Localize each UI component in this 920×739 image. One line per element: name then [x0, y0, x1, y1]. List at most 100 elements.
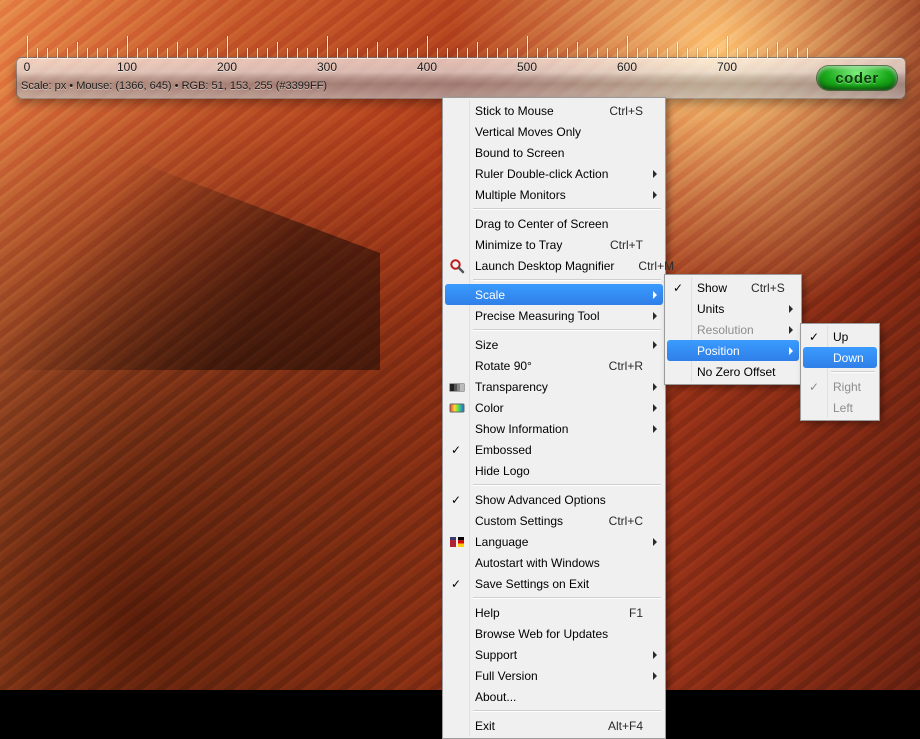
- menu-item-label: Bound to Screen: [475, 146, 643, 160]
- menu-item[interactable]: Bound to Screen: [445, 142, 663, 163]
- submenu-arrow-icon: [653, 538, 657, 546]
- menu-item-label: Color: [475, 401, 643, 415]
- menu-item-shortcut: Alt+F4: [608, 719, 643, 733]
- menu-item[interactable]: Minimize to Tray Ctrl+T: [445, 234, 663, 255]
- context-menu-scale[interactable]: ✓ShowCtrl+SUnitsResolutionPositionNo Zer…: [664, 274, 802, 385]
- ruler-status-text: Scale: px • Mouse: (1366, 645) • RGB: 51…: [21, 80, 327, 92]
- menu-item-label: Right: [833, 380, 861, 394]
- menu-item[interactable]: Rotate 90° Ctrl+R: [445, 355, 663, 376]
- menu-item: Left: [803, 397, 877, 418]
- submenu-arrow-icon: [653, 312, 657, 320]
- menu-separator: [473, 208, 661, 210]
- menu-item-label: Rotate 90°: [475, 359, 585, 373]
- menu-item[interactable]: Autostart with Windows: [445, 552, 663, 573]
- menu-item[interactable]: Ruler Double-click Action: [445, 163, 663, 184]
- menu-item[interactable]: Full Version: [445, 665, 663, 686]
- menu-item-label: Ruler Double-click Action: [475, 167, 643, 181]
- check-icon: ✓: [451, 578, 461, 590]
- menu-item[interactable]: HelpF1: [445, 602, 663, 623]
- menu-item[interactable]: Multiple Monitors: [445, 184, 663, 205]
- screen-ruler[interactable]: 0100200300400500600700 Scale: px • Mouse…: [16, 57, 906, 99]
- menu-item-label: Show: [697, 281, 727, 295]
- menu-separator: [473, 329, 661, 331]
- menu-item-label: Support: [475, 648, 643, 662]
- menu-item-label: Precise Measuring Tool: [475, 309, 643, 323]
- menu-item[interactable]: ✓Show Advanced Options: [445, 489, 663, 510]
- context-menu-main[interactable]: Stick to Mouse Ctrl+S Vertical Moves Only B…: [442, 97, 666, 739]
- coder-logo: coder: [817, 66, 897, 90]
- language-icon: [449, 534, 465, 550]
- menu-item-shortcut: Ctrl+R: [609, 359, 643, 373]
- menu-item-label: Units: [697, 302, 779, 316]
- menu-item[interactable]: Vertical Moves Only: [445, 121, 663, 142]
- submenu-arrow-icon: [653, 341, 657, 349]
- menu-item-label: Drag to Center of Screen: [475, 217, 643, 231]
- transparency-icon: [449, 379, 465, 395]
- menu-item-label: Minimize to Tray: [475, 238, 586, 252]
- menu-item[interactable]: Hide Logo: [445, 460, 663, 481]
- menu-item[interactable]: Show Information: [445, 418, 663, 439]
- menu-item[interactable]: No Zero Offset: [667, 361, 799, 382]
- menu-item-shortcut: Ctrl+S: [751, 281, 785, 295]
- menu-item[interactable]: ✓ShowCtrl+S: [667, 277, 799, 298]
- menu-item[interactable]: Browse Web for Updates: [445, 623, 663, 644]
- menu-item[interactable]: Language: [445, 531, 663, 552]
- menu-item-label: Launch Desktop Magnifier: [475, 259, 614, 273]
- submenu-arrow-icon: [789, 326, 793, 334]
- ruler-tick-label: 300: [317, 60, 337, 74]
- menu-item-shortcut: Ctrl+S: [609, 104, 643, 118]
- ruler-tick-labels: 0100200300400500600700: [17, 60, 905, 78]
- menu-item[interactable]: ✓Up: [803, 326, 877, 347]
- ruler-tick-label: 200: [217, 60, 237, 74]
- menu-item[interactable]: Stick to Mouse Ctrl+S: [445, 100, 663, 121]
- menu-item-label: Show Advanced Options: [475, 493, 643, 507]
- menu-item-label: Autostart with Windows: [475, 556, 643, 570]
- menu-item-label: Size: [475, 338, 643, 352]
- menu-item-label: Position: [697, 344, 779, 358]
- menu-item-label: Scale: [475, 288, 643, 302]
- menu-item[interactable]: Scale: [445, 284, 663, 305]
- menu-item[interactable]: Size: [445, 334, 663, 355]
- menu-item[interactable]: ✓Save Settings on Exit: [445, 573, 663, 594]
- menu-separator: [473, 710, 661, 712]
- menu-item[interactable]: Exit Alt+F4: [445, 715, 663, 736]
- menu-item[interactable]: Custom SettingsCtrl+C: [445, 510, 663, 531]
- menu-item[interactable]: Down: [803, 347, 877, 368]
- context-menu-position[interactable]: ✓UpDown ✓Right Left: [800, 323, 880, 421]
- menu-item[interactable]: Transparency: [445, 376, 663, 397]
- menu-item-label: Embossed: [475, 443, 643, 457]
- submenu-arrow-icon: [653, 170, 657, 178]
- menu-separator: [831, 371, 875, 373]
- submenu-arrow-icon: [653, 672, 657, 680]
- menu-item-label: Resolution: [697, 323, 779, 337]
- menu-item-label: Exit: [475, 719, 584, 733]
- menu-item: ✓Right: [803, 376, 877, 397]
- menu-item-label: Hide Logo: [475, 464, 643, 478]
- menu-item-shortcut: Ctrl+M: [638, 259, 674, 273]
- menu-item[interactable]: ✓Embossed: [445, 439, 663, 460]
- ruler-tick-label: 100: [117, 60, 137, 74]
- ruler-tick-label: 600: [617, 60, 637, 74]
- menu-item[interactable]: Units: [667, 298, 799, 319]
- menu-item[interactable]: About...: [445, 686, 663, 707]
- submenu-arrow-icon: [653, 383, 657, 391]
- menu-item[interactable]: Launch Desktop MagnifierCtrl+M: [445, 255, 663, 276]
- menu-item-label: Left: [833, 401, 857, 415]
- menu-item[interactable]: Color: [445, 397, 663, 418]
- menu-item-shortcut: Ctrl+T: [610, 238, 643, 252]
- menu-item-label: Stick to Mouse: [475, 104, 585, 118]
- menu-item-label: Full Version: [475, 669, 643, 683]
- menu-item-label: Custom Settings: [475, 514, 585, 528]
- menu-item[interactable]: Drag to Center of Screen: [445, 213, 663, 234]
- menu-item-label: Vertical Moves Only: [475, 125, 643, 139]
- menu-item-shortcut: F1: [629, 606, 643, 620]
- menu-item-label: Transparency: [475, 380, 643, 394]
- menu-item[interactable]: Precise Measuring Tool: [445, 305, 663, 326]
- menu-item[interactable]: Position: [667, 340, 799, 361]
- ruler-tick-label: 0: [24, 60, 31, 74]
- submenu-arrow-icon: [789, 305, 793, 313]
- submenu-arrow-icon: [653, 404, 657, 412]
- menu-item-label: Up: [833, 330, 857, 344]
- menu-item[interactable]: Support: [445, 644, 663, 665]
- menu-separator: [473, 279, 661, 281]
